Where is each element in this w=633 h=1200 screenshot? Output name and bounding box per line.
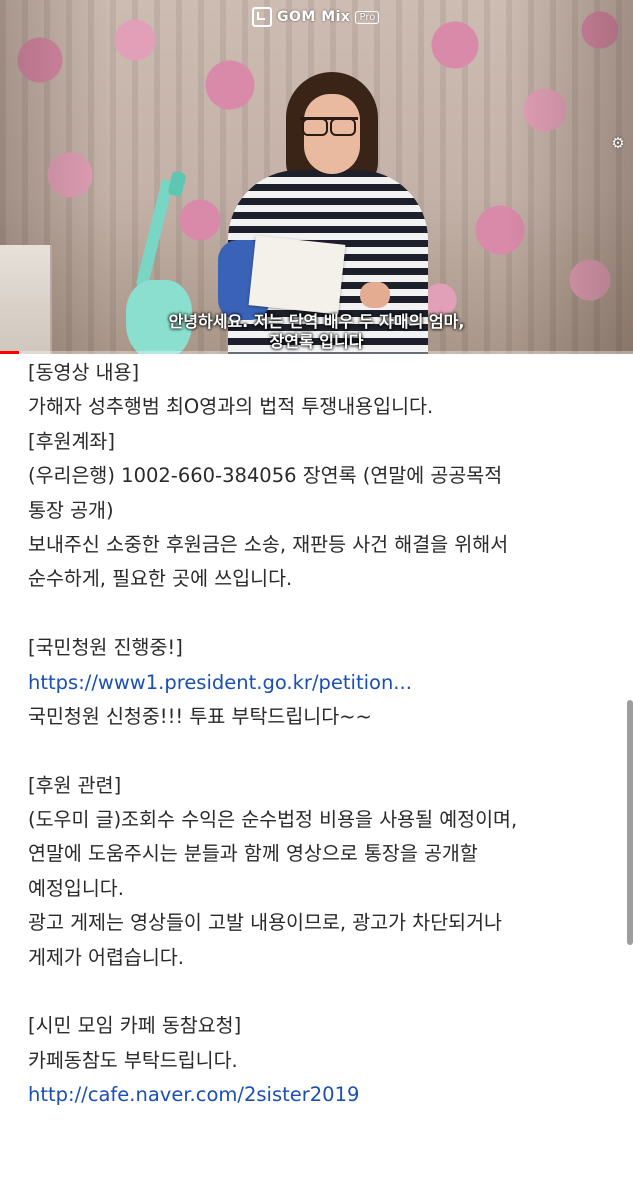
scrollbar-thumb[interactable] xyxy=(627,700,633,945)
description-line: 가해자 성추행범 최O영과의 법적 투쟁내용입니다. xyxy=(28,395,434,419)
description-line: 카페동참도 부탁드립니다. xyxy=(28,1048,238,1072)
video-progress-bar[interactable] xyxy=(0,351,633,354)
description-link[interactable]: http://cafe.naver.com/2sister2019 xyxy=(28,1078,623,1112)
video-progress-fill xyxy=(0,351,19,354)
description-line: [동영상 내용] xyxy=(28,361,140,384)
description-line: 연말에 도움주시는 분들과 함께 영상으로 통장을 공개할 xyxy=(28,842,478,866)
glasses xyxy=(300,117,358,140)
subtitle-line-2: 장연록 입니다 xyxy=(269,332,364,351)
description-line: 광고 게제는 영상들이 고발 내용이므로, 광고가 차단되거나 xyxy=(28,911,502,935)
description-line: 예정입니다. xyxy=(28,876,124,900)
gear-icon[interactable]: ⚙ xyxy=(610,135,626,151)
description-line: 통장 공개) xyxy=(28,498,114,522)
video-player[interactable]: GOM Mix Pro ⚙ 안녕하세요. 저는 단역 배우 두 자매의 엄마, … xyxy=(0,0,633,354)
subtitle-line-1: 안녕하세요. 저는 단역 배우 두 자매의 엄마, xyxy=(168,312,465,331)
watermark-brand: GOM Mix xyxy=(277,9,351,25)
description-line: 게제가 어렵습니다. xyxy=(28,945,184,969)
video-subtitle: 안녕하세요. 저는 단역 배우 두 자매의 엄마, 장연록 입니다 xyxy=(0,312,633,352)
gom-mix-watermark: GOM Mix Pro xyxy=(252,6,380,28)
description-line: 국민청원 신청중!!! 투표 부탁드립니다~~ xyxy=(28,704,372,728)
person-hand xyxy=(360,282,390,308)
description-link[interactable]: https://www1.president.go.kr/petition... xyxy=(28,666,623,700)
watermark-badge: Pro xyxy=(355,10,380,24)
description-line: [시민 모임 카페 동참요청] xyxy=(28,1014,242,1038)
description-line: [후원계좌] xyxy=(28,429,115,453)
video-description: [동영상 내용] 가해자 성추행범 최O영과의 법적 투쟁내용입니다. [후원계좌]… xyxy=(28,356,623,1113)
description-line: 보내주신 소중한 후원금은 소송, 재판등 사건 해결을 위해서 xyxy=(28,532,509,556)
description-line: (우리은행) 1002-660-384056 장연록 (연말에 공공목적 xyxy=(28,464,503,488)
paper-sheet xyxy=(248,235,346,315)
description-line: 순수하게, 필요한 곳에 쓰입니다. xyxy=(28,567,293,591)
description-line: [국민청원 진행중!] xyxy=(28,636,183,660)
gom-logo-icon xyxy=(252,7,272,27)
description-line: (도우미 글)조회수 수익은 순수법정 비용을 사용될 예정이며, xyxy=(28,808,518,832)
description-line: [후원 관련] xyxy=(28,773,122,797)
